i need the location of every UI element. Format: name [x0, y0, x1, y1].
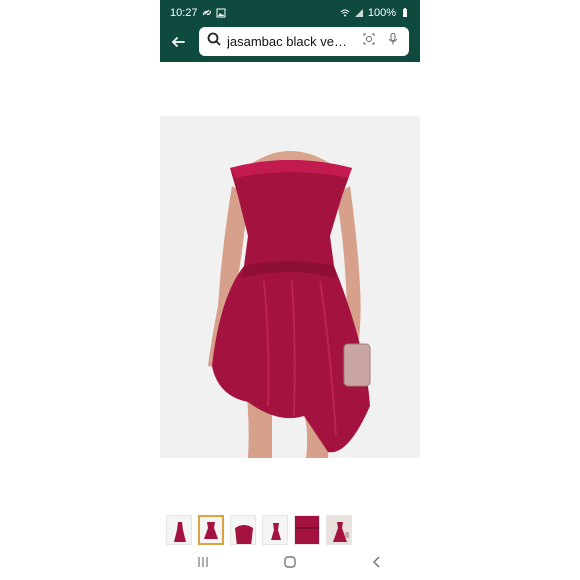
gallery-icon: [216, 8, 226, 18]
recent-apps-button[interactable]: [193, 554, 213, 574]
home-button[interactable]: [280, 554, 300, 574]
back-icon: [369, 554, 385, 575]
search-input[interactable]: jasambac black velv...: [227, 34, 347, 49]
search-header: jasambac black velv...: [160, 26, 420, 62]
recent-apps-icon: [195, 554, 211, 575]
search-icon: [207, 32, 221, 51]
thumbnail-3[interactable]: [230, 515, 256, 545]
wifi-icon: [340, 8, 350, 18]
signal-icon: [354, 8, 364, 18]
android-navigation-bar: [160, 548, 420, 580]
battery-icon: [400, 8, 410, 18]
thumbnail-5[interactable]: [294, 515, 320, 545]
search-field[interactable]: jasambac black velv...: [199, 27, 409, 56]
camera-search-button[interactable]: [361, 32, 377, 51]
link-icon: [202, 8, 212, 18]
camera-lens-icon: [362, 32, 376, 51]
status-bar: 10:27 100%: [160, 0, 420, 26]
thumbnail-1[interactable]: [166, 515, 192, 545]
time-text: 10:27: [170, 7, 198, 19]
battery-text: 100%: [367, 7, 396, 19]
thumbnail-6[interactable]: [326, 515, 352, 545]
status-right: 100%: [340, 7, 410, 19]
product-image[interactable]: [160, 116, 420, 458]
back-arrow-icon: [170, 34, 186, 55]
voice-search-button[interactable]: [385, 32, 401, 51]
home-icon: [282, 554, 298, 575]
back-button[interactable]: [367, 554, 387, 574]
velvet-dress-photo: [160, 116, 420, 458]
thumbnail-4[interactable]: [262, 515, 288, 545]
thumbnail-strip: [160, 513, 420, 547]
status-left: 10:27: [170, 7, 226, 19]
thumbnail-2-selected[interactable]: [198, 515, 224, 545]
phone-screen: 10:27 100% jasambac black velv...: [160, 0, 420, 580]
microphone-icon: [386, 32, 400, 51]
back-arrow-button[interactable]: [168, 34, 188, 54]
